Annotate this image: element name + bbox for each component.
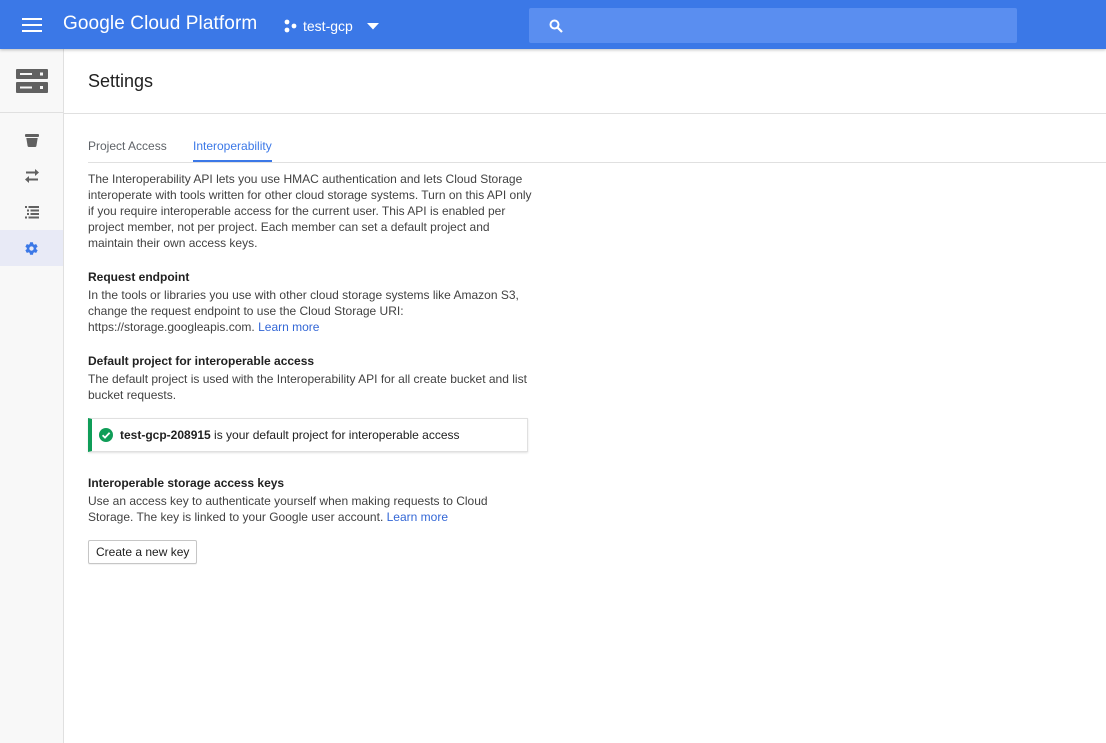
search-input[interactable] xyxy=(569,8,1009,43)
check-circle-icon xyxy=(99,428,113,442)
page-title: Settings xyxy=(88,71,154,91)
product-header xyxy=(0,49,63,113)
tab-bar: Project Access Interoperability xyxy=(88,130,1106,163)
search-icon xyxy=(549,19,563,33)
tab-interoperability[interactable]: Interoperability xyxy=(193,130,272,162)
default-project-heading: Default project for interoperable access xyxy=(88,354,315,368)
nav-item-settings[interactable] xyxy=(0,230,63,266)
nav-item-browser[interactable] xyxy=(0,122,63,158)
access-keys-learn-more-link[interactable]: Learn more xyxy=(387,510,448,524)
brand-title[interactable]: Google Cloud Platform xyxy=(63,13,257,35)
search-box[interactable] xyxy=(529,8,1017,43)
tab-project-access[interactable]: Project Access xyxy=(88,130,167,162)
access-keys-section: Interoperable storage access keys Use an… xyxy=(88,475,533,525)
create-new-key-button[interactable]: Create a new key xyxy=(88,540,198,564)
project-name: test-gcp xyxy=(303,18,353,34)
left-nav xyxy=(0,49,64,743)
default-project-notice-text: is your default project for interoperabl… xyxy=(210,428,460,442)
project-dots-icon xyxy=(284,19,297,33)
hamburger-menu-button[interactable] xyxy=(14,10,50,40)
request-endpoint-text: In the tools or libraries you use with o… xyxy=(88,287,533,335)
top-app-bar: Google Cloud Platform test-gcp xyxy=(0,0,1106,49)
default-project-id: test-gcp-208915 xyxy=(120,428,211,442)
menu-icon xyxy=(22,18,42,32)
storage-icon xyxy=(15,68,48,93)
chevron-down-icon xyxy=(366,22,379,29)
access-keys-heading: Interoperable storage access keys xyxy=(88,476,285,490)
project-selector[interactable]: test-gcp xyxy=(283,14,379,38)
request-endpoint-heading: Request endpoint xyxy=(88,270,190,284)
page-header: Settings xyxy=(64,49,1106,114)
nav-item-transfer[interactable] xyxy=(0,158,63,194)
bucket-icon xyxy=(24,134,39,147)
default-project-text: The default project is used with the Int… xyxy=(88,372,527,402)
default-project-notice: test-gcp-208915 is your default project … xyxy=(88,418,528,452)
request-endpoint-learn-more-link[interactable]: Learn more xyxy=(258,320,319,334)
list-icon xyxy=(24,205,39,218)
gear-icon xyxy=(25,241,38,255)
nav-item-list[interactable] xyxy=(0,194,63,230)
transfer-icon xyxy=(24,169,39,183)
access-keys-text: Use an access key to authenticate yourse… xyxy=(88,493,533,525)
intro-text: The Interoperability API lets you use HM… xyxy=(88,172,532,250)
interoperability-content: The Interoperability API lets you use HM… xyxy=(88,171,533,403)
